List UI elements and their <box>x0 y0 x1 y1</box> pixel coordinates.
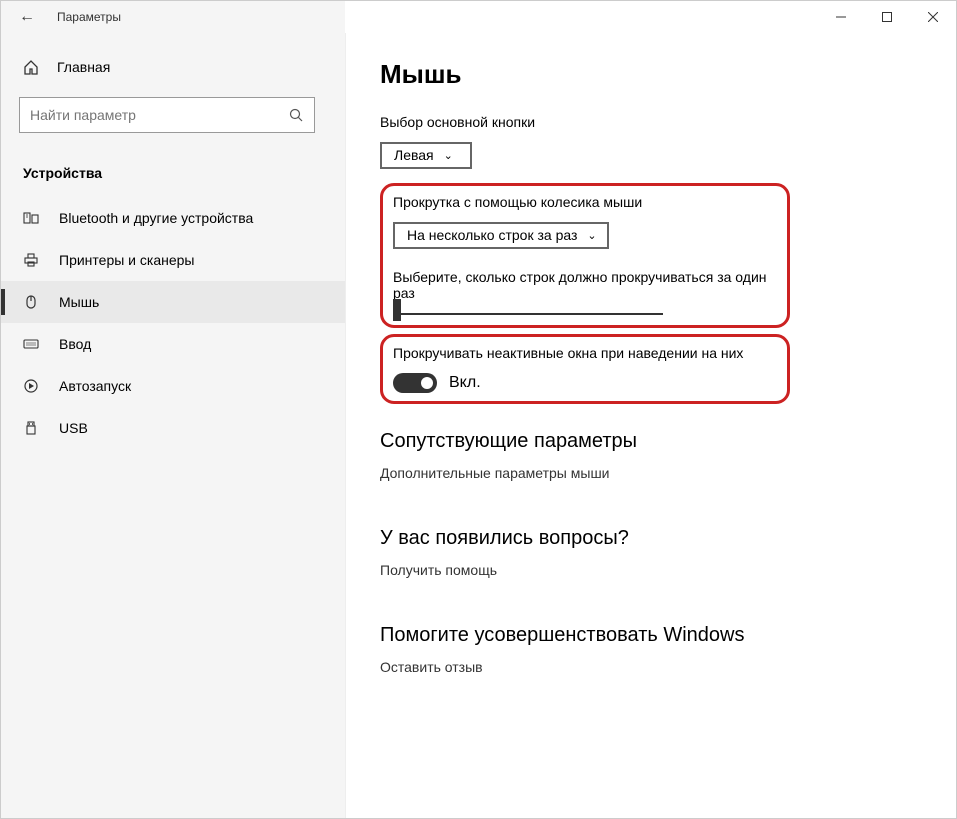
sidebar-item-autoplay[interactable]: Автозапуск <box>1 365 345 407</box>
mouse-icon <box>23 294 41 310</box>
get-help-link[interactable]: Получить помощь <box>380 562 936 578</box>
bluetooth-devices-icon <box>23 210 41 226</box>
keyboard-icon <box>23 336 41 352</box>
scroll-wheel-combo[interactable]: На несколько строк за раз ⌄ <box>393 222 609 249</box>
category-header: Устройства <box>1 157 345 197</box>
home-icon <box>23 59 41 75</box>
chevron-down-icon: ⌄ <box>587 229 596 242</box>
toggle-state-label: Вкл. <box>449 374 481 392</box>
sidebar-item-label: Bluetooth и другие устройства <box>59 210 253 226</box>
maximize-button[interactable] <box>864 1 910 33</box>
lines-to-scroll-label: Выберите, сколько строк должно прокручив… <box>393 269 777 301</box>
questions-header: У вас появились вопросы? <box>380 527 936 550</box>
sidebar-item-bluetooth[interactable]: Bluetooth и другие устройства <box>1 197 345 239</box>
combo-value: Левая <box>394 147 434 163</box>
sidebar-item-mouse[interactable]: Мышь <box>1 281 345 323</box>
inactive-scroll-label: Прокручивать неактивные окна при наведен… <box>393 345 777 361</box>
window-title: Параметры <box>57 10 121 24</box>
search-input[interactable] <box>30 107 289 123</box>
give-feedback-link[interactable]: Оставить отзыв <box>380 659 936 675</box>
related-settings-header: Сопутствующие параметры <box>380 430 936 453</box>
sidebar-item-label: Мышь <box>59 294 99 310</box>
improve-windows-header: Помогите усовершенствовать Windows <box>380 624 936 647</box>
settings-window: ← Параметры Главная <box>1 1 956 818</box>
additional-mouse-options-link[interactable]: Дополнительные параметры мыши <box>380 465 936 481</box>
sidebar-item-typing[interactable]: Ввод <box>1 323 345 365</box>
scroll-settings-group: Прокрутка с помощью колесика мыши На нес… <box>380 183 790 328</box>
combo-value: На несколько строк за раз <box>407 227 577 243</box>
close-button[interactable] <box>910 1 956 33</box>
search-box[interactable] <box>19 97 315 133</box>
sidebar-item-label: USB <box>59 420 88 436</box>
slider-thumb[interactable] <box>393 299 401 321</box>
primary-button-label: Выбор основной кнопки <box>380 114 936 130</box>
usb-icon <box>23 420 41 436</box>
primary-button-combo[interactable]: Левая ⌄ <box>380 142 472 169</box>
sidebar-item-label: Автозапуск <box>59 378 131 394</box>
printer-icon <box>23 252 41 268</box>
autoplay-icon <box>23 378 41 394</box>
inactive-scroll-group: Прокручивать неактивные окна при наведен… <box>380 334 790 404</box>
back-button[interactable]: ← <box>19 9 35 25</box>
lines-slider[interactable] <box>393 313 663 315</box>
search-icon <box>289 108 304 123</box>
home-label: Главная <box>57 59 110 75</box>
sidebar-item-label: Ввод <box>59 336 91 352</box>
titlebar: ← Параметры <box>1 1 956 33</box>
sidebar-item-label: Принтеры и сканеры <box>59 252 194 268</box>
inactive-scroll-toggle[interactable] <box>393 373 437 393</box>
minimize-button[interactable] <box>818 1 864 33</box>
sidebar: Главная Устройства Bluetooth и другие ус… <box>1 33 346 818</box>
toggle-thumb <box>421 377 433 389</box>
home-nav[interactable]: Главная <box>1 49 345 85</box>
sidebar-item-printers[interactable]: Принтеры и сканеры <box>1 239 345 281</box>
main-content: Мышь Выбор основной кнопки Левая ⌄ Прокр… <box>346 33 956 818</box>
page-title: Мышь <box>380 59 936 90</box>
sidebar-item-usb[interactable]: USB <box>1 407 345 449</box>
window-controls <box>818 1 956 33</box>
scroll-wheel-label: Прокрутка с помощью колесика мыши <box>393 194 777 210</box>
chevron-down-icon: ⌄ <box>444 149 453 162</box>
